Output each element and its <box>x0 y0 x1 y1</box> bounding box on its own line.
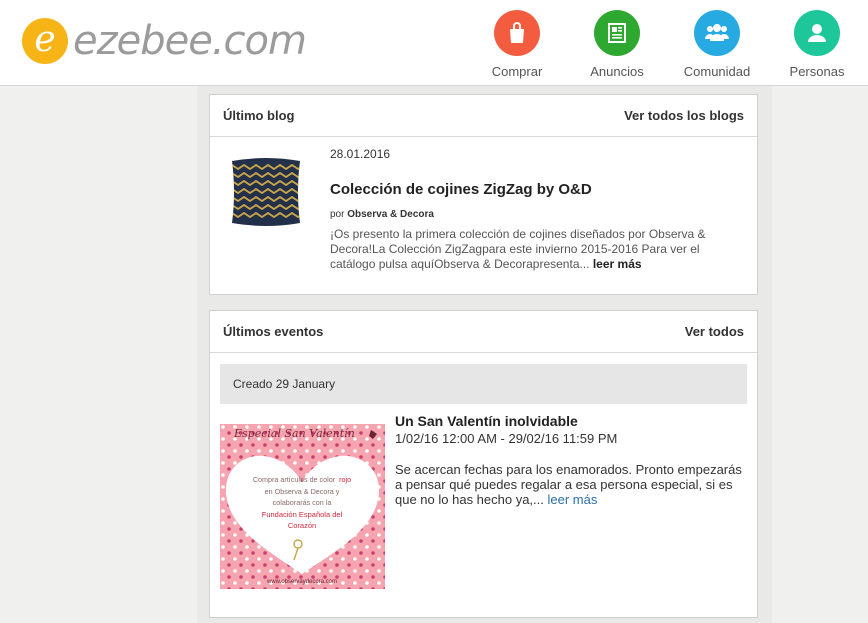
event-image-line2: en Observa & Decora y <box>265 487 340 496</box>
person-icon <box>794 10 840 56</box>
blog-author-link[interactable]: Observa & Decora <box>347 209 434 220</box>
latest-blog-card: Último blog Ver todos los blogs 28.01.20… <box>209 94 758 295</box>
event-image-heading: Especial San Valentín <box>233 427 355 440</box>
shopping-bag-icon <box>494 10 540 56</box>
blog-card-header: Último blog Ver todos los blogs <box>210 95 757 137</box>
event-image-footer: www.observaydecora.com <box>266 579 337 585</box>
event-excerpt: Se acercan fechas para los enamorados. P… <box>395 462 750 507</box>
event-dates: 1/02/16 12:00 AM - 29/02/16 11:59 PM <box>395 431 618 446</box>
nav-anuncios[interactable]: Anuncios <box>567 10 667 79</box>
events-heading: Últimos eventos <box>223 324 324 339</box>
blog-title[interactable]: Colección de cojines ZigZag by O&D <box>330 181 592 198</box>
event-title[interactable]: Un San Valentín inolvidable <box>395 413 578 429</box>
pillow-thumbnail[interactable] <box>226 155 306 229</box>
event-image-line1-accent: rojo <box>339 475 351 484</box>
community-icon <box>694 10 740 56</box>
event-created-bar: Creado 29 January <box>220 364 747 404</box>
nav-comprar[interactable]: Comprar <box>467 10 567 79</box>
newspaper-icon <box>594 10 640 56</box>
event-image-line5: Corazón <box>288 521 316 530</box>
event-image-line1: Compra artículos de color <box>253 475 336 484</box>
blog-excerpt-text: ¡Os presento la primera colección de coj… <box>330 227 706 271</box>
main-nav: Comprar Anuncios Comunidad Personas <box>0 10 868 86</box>
event-read-more-link[interactable]: leer más <box>548 492 598 507</box>
content-column: Último blog Ver todos los blogs 28.01.20… <box>197 86 772 623</box>
blog-read-more-link[interactable]: leer más <box>593 257 642 271</box>
blog-heading: Último blog <box>223 108 295 123</box>
nav-anuncios-label: Anuncios <box>590 64 644 79</box>
blog-byline: por Observa & Decora <box>330 209 434 220</box>
latest-events-card: Últimos eventos Ver todos Creado 29 Janu… <box>209 310 758 618</box>
site-header: e ezebee.com Comprar Anuncios Comunidad <box>0 0 868 86</box>
event-image-line4: Fundación Española del <box>262 510 343 519</box>
nav-comprar-label: Comprar <box>491 64 543 79</box>
event-image[interactable]: Especial San Valentín Compra artículos d… <box>220 424 385 589</box>
event-image-line3: colaborarás con la <box>273 498 332 507</box>
events-card-header: Últimos eventos Ver todos <box>210 311 757 353</box>
event-created-date: Creado 29 January <box>233 377 336 391</box>
view-all-blogs-link[interactable]: Ver todos los blogs <box>624 108 744 123</box>
svg-text:Compra artículos de color: Compra artículos de color rojo <box>253 475 351 484</box>
nav-personas[interactable]: Personas <box>767 10 867 79</box>
blog-excerpt: ¡Os presento la primera colección de coj… <box>330 227 735 272</box>
nav-comunidad[interactable]: Comunidad <box>667 10 767 79</box>
byline-prefix: por <box>330 209 345 220</box>
nav-comunidad-label: Comunidad <box>683 64 751 79</box>
view-all-events-link[interactable]: Ver todos <box>685 324 744 339</box>
nav-personas-label: Personas <box>789 64 845 79</box>
blog-date: 28.01.2016 <box>330 147 391 161</box>
